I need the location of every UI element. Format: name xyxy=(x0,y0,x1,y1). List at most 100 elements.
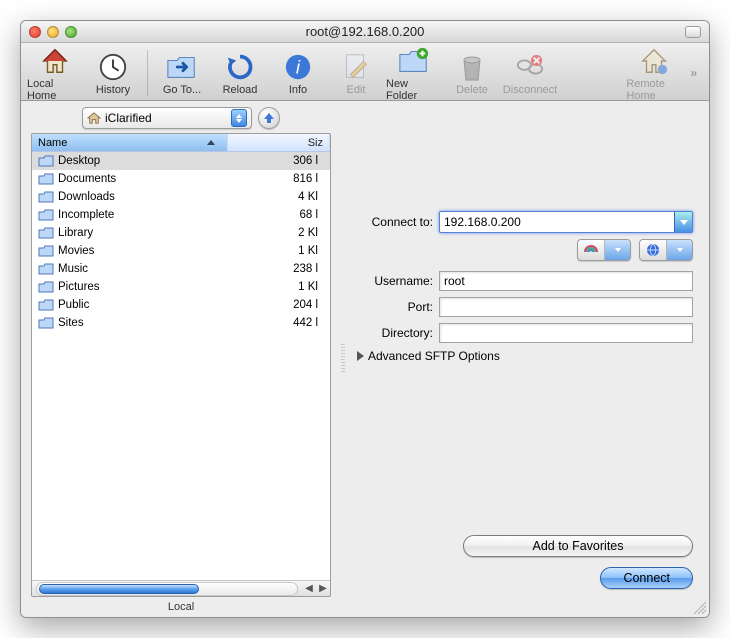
file-name: Movies xyxy=(58,245,228,257)
file-rows[interactable]: Desktop306 lDocuments816 lDownloads4 KlI… xyxy=(32,152,330,580)
scroll-right-icon[interactable]: ▶ xyxy=(316,582,330,596)
table-row[interactable]: Library2 Kl xyxy=(32,224,330,242)
file-size: 1 Kl xyxy=(228,281,330,293)
file-name: Pictures xyxy=(58,281,228,293)
delete-button[interactable]: Delete xyxy=(444,50,500,96)
file-name: Downloads xyxy=(58,191,228,203)
folder-icon xyxy=(38,280,54,294)
connect-to-combo[interactable]: 192.168.0.200 xyxy=(439,211,693,233)
home-icon xyxy=(87,112,101,124)
network-segment[interactable] xyxy=(639,239,693,261)
table-row[interactable]: Downloads4 Kl xyxy=(32,188,330,206)
file-size: 204 l xyxy=(228,299,330,311)
table-row[interactable]: Incomplete68 l xyxy=(32,206,330,224)
button-row: Add to Favorites Connect xyxy=(353,535,693,607)
username-field[interactable] xyxy=(439,271,693,291)
resize-grip-icon[interactable] xyxy=(693,601,707,615)
popup-arrows-icon xyxy=(231,109,247,127)
edit-button[interactable]: Edit xyxy=(328,50,384,96)
sort-ascending-icon xyxy=(207,140,215,145)
new-folder-label: New Folder xyxy=(386,78,442,102)
remote-home-icon xyxy=(637,44,671,78)
info-icon: i xyxy=(281,50,315,84)
new-folder-button[interactable]: New Folder xyxy=(386,44,442,102)
edit-icon xyxy=(339,50,373,84)
folder-icon xyxy=(38,226,54,240)
pane-label-local: Local xyxy=(31,601,331,613)
table-row[interactable]: Documents816 l xyxy=(32,170,330,188)
size-column-header[interactable]: Siz xyxy=(228,134,330,151)
file-size: 2 Kl xyxy=(228,227,330,239)
folder-icon xyxy=(38,262,54,276)
table-row[interactable]: Sites442 l xyxy=(32,314,330,332)
globe-icon xyxy=(645,242,661,258)
connect-to-label: Connect to: xyxy=(353,215,439,229)
pane-splitter[interactable] xyxy=(341,344,345,374)
info-button[interactable]: i Info xyxy=(270,50,326,96)
file-name: Library xyxy=(58,227,228,239)
window-title: root@192.168.0.200 xyxy=(21,24,709,39)
folder-icon xyxy=(38,298,54,312)
app-window: root@192.168.0.200 Local Home History Go… xyxy=(20,20,710,618)
advanced-label: Advanced SFTP Options xyxy=(368,349,500,363)
file-name: Incomplete xyxy=(58,209,228,221)
remote-home-label: Remote Home xyxy=(626,78,682,102)
goto-label: Go To... xyxy=(163,84,201,96)
toolbar: Local Home History Go To... Reload i Inf xyxy=(21,43,709,101)
path-popup[interactable]: iClarified xyxy=(82,107,252,129)
table-row[interactable]: Movies1 Kl xyxy=(32,242,330,260)
table-row[interactable]: Music238 l xyxy=(32,260,330,278)
local-home-button[interactable]: Local Home xyxy=(27,44,83,102)
file-size: 4 Kl xyxy=(228,191,330,203)
history-button[interactable]: History xyxy=(85,50,141,96)
connect-form: Connect to: 192.168.0.200 xyxy=(353,211,693,363)
toolbar-overflow-icon[interactable]: » xyxy=(684,66,703,80)
scrollbar-thumb[interactable] xyxy=(39,584,199,594)
file-name: Sites xyxy=(58,317,228,329)
disconnect-icon xyxy=(513,50,547,84)
new-folder-icon xyxy=(397,44,431,78)
add-to-favorites-button[interactable]: Add to Favorites xyxy=(463,535,693,557)
folder-icon xyxy=(38,154,54,168)
advanced-disclosure[interactable]: Advanced SFTP Options xyxy=(357,349,693,363)
scroll-left-icon[interactable]: ◀ xyxy=(302,582,316,596)
clock-icon xyxy=(96,50,130,84)
disclosure-triangle-icon xyxy=(357,351,364,361)
port-label: Port: xyxy=(353,300,439,314)
file-name: Desktop xyxy=(58,155,228,167)
folder-icon xyxy=(38,190,54,204)
file-size: 1 Kl xyxy=(228,245,330,257)
path-popup-label: iClarified xyxy=(105,111,152,125)
reload-button[interactable]: Reload xyxy=(212,50,268,96)
connect-button[interactable]: Connect xyxy=(600,567,693,589)
local-home-label: Local Home xyxy=(27,78,83,102)
connect-to-value: 192.168.0.200 xyxy=(444,215,521,229)
goto-button[interactable]: Go To... xyxy=(154,50,210,96)
bonjour-segment[interactable] xyxy=(577,239,631,261)
titlebar[interactable]: root@192.168.0.200 xyxy=(21,21,709,43)
name-column-header[interactable]: Name xyxy=(32,134,228,151)
path-bar: iClarified xyxy=(31,107,331,129)
table-row[interactable]: Desktop306 l xyxy=(32,152,330,170)
remote-home-button[interactable]: Remote Home xyxy=(626,44,682,102)
port-field[interactable] xyxy=(439,297,693,317)
folder-icon xyxy=(38,316,54,330)
parent-folder-button[interactable] xyxy=(258,107,280,129)
directory-field[interactable] xyxy=(439,323,693,343)
table-row[interactable]: Public204 l xyxy=(32,296,330,314)
folder-icon xyxy=(38,208,54,222)
reload-label: Reload xyxy=(223,84,258,96)
file-name: Music xyxy=(58,263,228,275)
file-size: 306 l xyxy=(228,155,330,167)
home-icon xyxy=(38,44,72,78)
info-label: Info xyxy=(289,84,307,96)
horizontal-scrollbar[interactable]: ◀ ▶ xyxy=(32,580,330,596)
reload-icon xyxy=(223,50,257,84)
table-row[interactable]: Pictures1 Kl xyxy=(32,278,330,296)
trash-icon xyxy=(455,50,489,84)
connect-pane: Connect to: 192.168.0.200 xyxy=(349,101,709,617)
folder-icon xyxy=(38,172,54,186)
history-label: History xyxy=(96,84,130,96)
disconnect-button[interactable]: Disconnect xyxy=(502,50,558,96)
folder-icon xyxy=(38,244,54,258)
